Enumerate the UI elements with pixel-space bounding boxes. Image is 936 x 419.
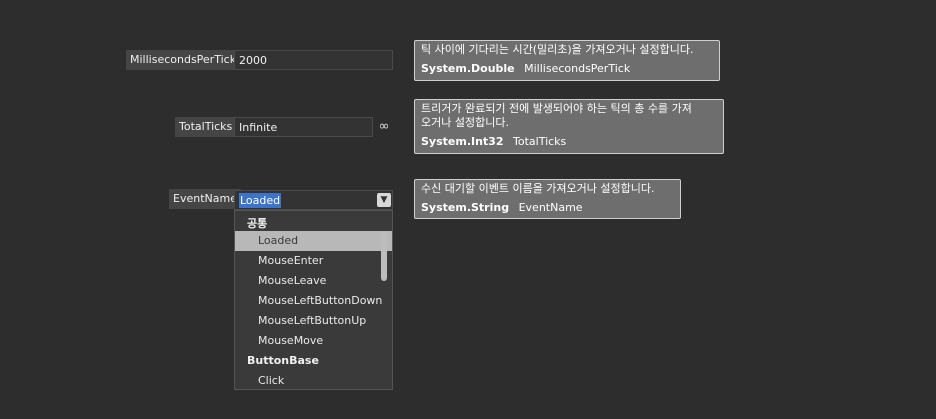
tooltip-signature: System.String EventName [421, 201, 674, 215]
event-name-selected-text[interactable]: Loaded [239, 193, 282, 208]
tooltip-name: EventName [518, 201, 583, 214]
chevron-down-icon[interactable]: ▼ [377, 193, 391, 207]
infinity-button[interactable]: ∞ [374, 117, 394, 137]
dropdown-scrollbar-thumb[interactable] [381, 231, 387, 281]
tooltip-event-name: 수신 대기할 이벤트 이름을 가져오거나 설정합니다. System.Strin… [414, 179, 681, 219]
dropdown-group-header: ButtonBase [247, 354, 319, 367]
tooltip-name: MillisecondsPerTick [524, 62, 631, 75]
event-name-combobox[interactable]: Loaded ▼ [234, 190, 393, 210]
dropdown-option[interactable]: Click [235, 371, 392, 389]
dropdown-option[interactable]: Loaded [235, 231, 392, 251]
tooltip-description-line1: 트리거가 완료되기 전에 발생되어야 하는 틱의 총 수를 가져 [421, 102, 692, 115]
tooltip-signature: System.Int32 TotalTicks [421, 135, 717, 149]
event-name-label: EventName [169, 189, 241, 209]
dropdown-option[interactable]: MouseMove [235, 331, 392, 351]
tooltip-name: TotalTicks [513, 135, 567, 148]
dropdown-option[interactable]: MouseLeftButtonDown [235, 291, 392, 311]
dropdown-option[interactable]: MouseEnter [235, 251, 392, 271]
milliseconds-label: MillisecondsPerTick [126, 50, 241, 70]
tooltip-signature: System.Double MillisecondsPerTick [421, 62, 713, 76]
tooltip-total-ticks: 트리거가 완료되기 전에 발생되어야 하는 틱의 총 수를 가져 오거나 설정합… [414, 99, 724, 154]
total-ticks-input[interactable]: Infinite [234, 117, 373, 137]
tooltip-description-line2: 오거나 설정합니다. [421, 116, 509, 129]
dropdown-option[interactable]: MouseLeave [235, 271, 392, 291]
dropdown-option[interactable]: MouseLeftButtonUp [235, 311, 392, 331]
tooltip-description: 틱 사이에 기다리는 시간(밀리초)을 가져오거나 설정합니다. [421, 43, 694, 56]
event-name-dropdown[interactable]: 공통 Loaded MouseEnter MouseLeave MouseLeftBut… [234, 210, 393, 390]
tooltip-type: System.Int32 [421, 135, 504, 148]
property-panel: MillisecondsPerTick 2000 TotalTicks Infi… [0, 0, 936, 419]
tooltip-type: System.String [421, 201, 510, 214]
milliseconds-input[interactable]: 2000 [234, 50, 393, 70]
tooltip-description: 수신 대기할 이벤트 이름을 가져오거나 설정합니다. [421, 182, 655, 195]
tooltip-type: System.Double [421, 62, 515, 75]
total-ticks-label: TotalTicks [175, 117, 237, 137]
tooltip-milliseconds: 틱 사이에 기다리는 시간(밀리초)을 가져오거나 설정합니다. System.… [414, 40, 720, 81]
